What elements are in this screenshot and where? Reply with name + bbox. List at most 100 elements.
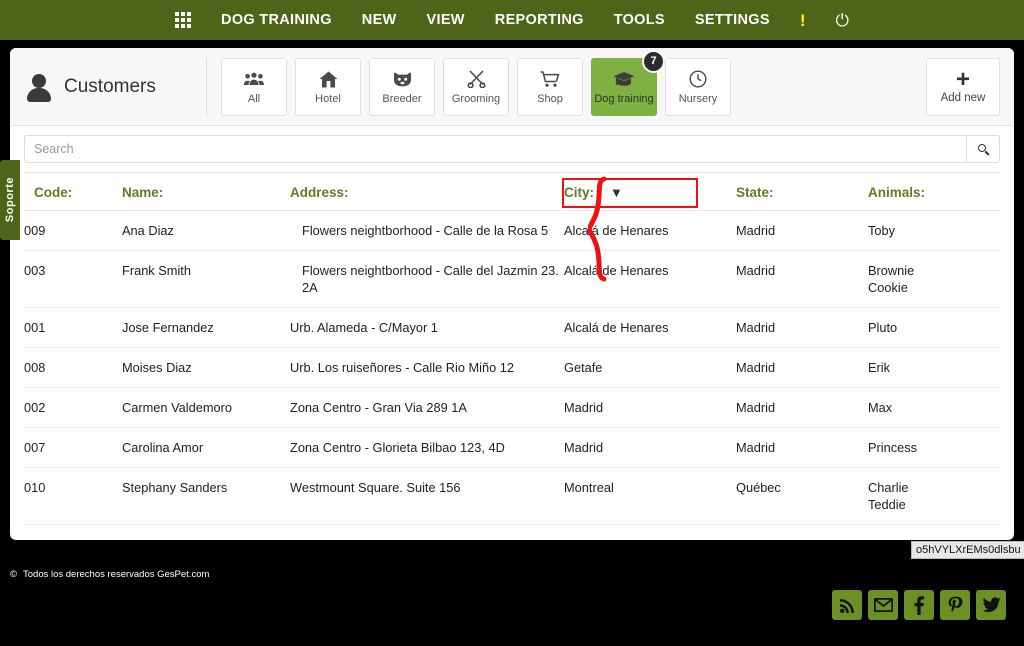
shopping-cart-icon	[540, 68, 560, 90]
tab-hotel[interactable]: Hotel	[295, 57, 361, 116]
cell-code: 003	[24, 250, 122, 308]
search-row	[10, 126, 1014, 172]
support-side-tab-label: Soporte	[4, 177, 16, 223]
sort-descending-icon[interactable]: ▼	[610, 186, 623, 199]
tab-all[interactable]: All	[221, 57, 287, 116]
customers-table-wrap: Code: Name: Address: City: ▼ State: Anim…	[10, 172, 1014, 525]
category-tabs: All Hotel Breeder Grooming Shop 7 Dog tr…	[221, 49, 731, 116]
cell-address: Urb. Los ruiseñores - Calle Rio Miño 12	[290, 347, 564, 388]
tab-breeder[interactable]: Breeder	[369, 57, 435, 116]
cell-code: 002	[24, 387, 122, 428]
cell-address: Zona Centro - Gran Via 289 1A	[290, 387, 564, 428]
cell-city: Madrid	[564, 427, 736, 468]
cell-name: Moises Diaz	[122, 347, 290, 388]
exclamation-icon[interactable]: !	[800, 12, 806, 29]
cell-name: Jose Fernandez	[122, 307, 290, 348]
customers-table: Code: Name: Address: City: ▼ State: Anim…	[24, 172, 1000, 525]
add-new-button[interactable]: + Add new	[926, 57, 1000, 116]
cell-address: Urb. Alameda - C/Mayor 1	[290, 307, 564, 348]
cell-name: Carmen Valdemoro	[122, 387, 290, 428]
cell-address: Westmount Square. Suite 156	[290, 467, 564, 525]
header-divider	[206, 57, 207, 116]
nav-item-new[interactable]: NEW	[362, 12, 397, 28]
table-head: Code: Name: Address: City: ▼ State: Anim…	[24, 172, 1000, 211]
tab-grooming-label: Grooming	[451, 93, 501, 105]
tab-grooming[interactable]: Grooming	[443, 57, 509, 116]
column-header-animals[interactable]: Animals:	[868, 172, 1000, 211]
support-side-tab[interactable]: Soporte	[0, 160, 20, 240]
cell-animals: Toby	[868, 210, 1000, 251]
cell-animals: Princess	[868, 427, 1000, 468]
column-header-address[interactable]: Address:	[290, 172, 564, 211]
cell-city: Madrid	[564, 387, 736, 428]
table-row[interactable]: 009 Ana Diaz Flowers neightborhood - Cal…	[24, 210, 1000, 251]
nav-item-settings[interactable]: SETTINGS	[695, 12, 770, 28]
tab-hotel-label: Hotel	[315, 93, 341, 105]
cell-state: Madrid	[736, 387, 868, 428]
table-row[interactable]: 010 Stephany Sanders Westmount Square. S…	[24, 467, 1000, 525]
search-input[interactable]	[24, 135, 966, 163]
column-header-city-label: City:	[564, 185, 594, 200]
cell-animals: Max	[868, 387, 1000, 428]
animal-name: Princess	[868, 440, 918, 455]
cell-code: 008	[24, 347, 122, 388]
cell-code: 009	[24, 210, 122, 251]
cell-code: 010	[24, 467, 122, 525]
animal-name: Max	[868, 400, 893, 415]
twitter-icon[interactable]	[976, 590, 1006, 620]
animal-name: Brownie	[868, 263, 915, 278]
animal-name: Cookie	[868, 280, 908, 295]
table-row[interactable]: 008 Moises Diaz Urb. Los ruiseñores - Ca…	[24, 347, 1000, 388]
cell-animals: Brownie Cookie	[868, 250, 1000, 308]
cell-city: Montreal	[564, 467, 736, 525]
tab-shop-label: Shop	[537, 93, 563, 105]
plus-icon: +	[955, 65, 970, 93]
cell-animals: Erik	[868, 347, 1000, 388]
footer-copyright: © Todos los derechos reservados GesPet.c…	[10, 569, 209, 580]
tab-breeder-label: Breeder	[382, 93, 422, 105]
scissors-icon	[467, 68, 486, 90]
cell-state: Québec	[736, 467, 868, 525]
search-icon	[977, 143, 990, 156]
tab-dog-training[interactable]: 7 Dog training	[591, 49, 665, 116]
clock-icon	[689, 68, 707, 90]
search-button[interactable]	[966, 135, 1000, 163]
cell-code: 001	[24, 307, 122, 348]
animal-name: Pluto	[868, 320, 898, 335]
grid-apps-icon[interactable]	[175, 12, 192, 28]
top-navbar: DOG TRAINING NEW VIEW REPORTING TOOLS SE…	[0, 0, 1024, 40]
nav-item-tools[interactable]: TOOLS	[614, 12, 665, 28]
copyright-icon: ©	[10, 569, 17, 580]
footer-copyright-text: Todos los derechos reservados GesPet.com	[23, 569, 210, 580]
tab-shop[interactable]: Shop	[517, 57, 583, 116]
group-users-icon	[244, 68, 264, 90]
cell-name: Ana Diaz	[122, 210, 290, 251]
column-header-name[interactable]: Name:	[122, 172, 290, 211]
table-row[interactable]: 003 Frank Smith Flowers neightborhood - …	[24, 250, 1000, 308]
add-new-label: Add new	[940, 91, 986, 104]
power-icon[interactable]: ⏻	[835, 12, 848, 29]
cell-state: Madrid	[736, 250, 868, 308]
rss-icon[interactable]	[832, 590, 862, 620]
table-row[interactable]: 002 Carmen Valdemoro Zona Centro - Gran …	[24, 387, 1000, 428]
nav-item-view[interactable]: VIEW	[427, 12, 465, 28]
column-header-code[interactable]: Code:	[24, 172, 122, 211]
column-header-city[interactable]: City: ▼	[562, 172, 736, 211]
nav-item-reporting[interactable]: REPORTING	[495, 12, 584, 28]
cell-state: Madrid	[736, 427, 868, 468]
email-icon[interactable]	[868, 590, 898, 620]
table-row[interactable]: 007 Carolina Amor Zona Centro - Glorieta…	[24, 427, 1000, 468]
nav-item-dog-training[interactable]: DOG TRAINING	[221, 12, 332, 28]
cell-address: Flowers neightborhood - Calle del Jazmin…	[290, 250, 564, 308]
animal-name: Teddie	[868, 497, 906, 512]
facebook-icon[interactable]	[904, 590, 934, 620]
navbar-items: DOG TRAINING NEW VIEW REPORTING TOOLS SE…	[175, 12, 849, 29]
cell-city: Alcalá de Henares	[564, 250, 736, 308]
cell-animals: Pluto	[868, 307, 1000, 348]
cell-address: Flowers neightborhood - Calle de la Rosa…	[290, 210, 564, 251]
pinterest-icon[interactable]	[940, 590, 970, 620]
table-row[interactable]: 001 Jose Fernandez Urb. Alameda - C/Mayo…	[24, 307, 1000, 348]
column-header-state[interactable]: State:	[736, 172, 868, 211]
cell-animals: Charlie Teddie	[868, 467, 1000, 525]
tab-nursery[interactable]: Nursery	[665, 57, 731, 116]
